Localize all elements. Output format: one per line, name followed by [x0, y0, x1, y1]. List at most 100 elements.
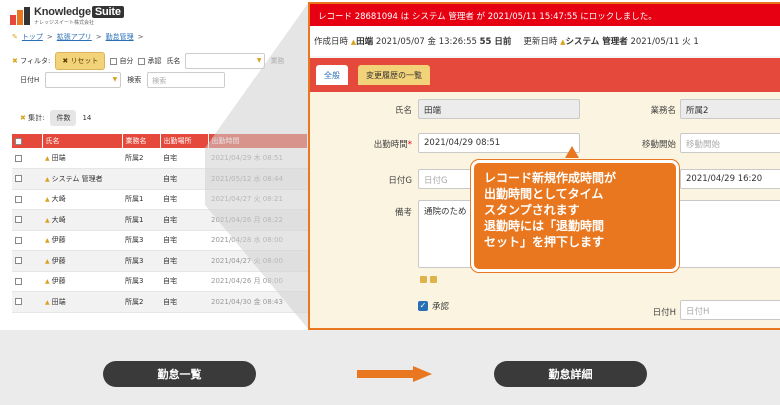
created-at: 2021/05/07 金 13:26:55 — [375, 37, 477, 47]
table-row[interactable]: ▲ 大崎 所属1 自宅 2021/04/27 火 08:21 — [12, 189, 308, 210]
table-row[interactable]: ▲ システム 管理者 自宅 2021/05/12 水 08:44 — [12, 168, 308, 190]
table-header-row: 氏名 業務名 出勤場所 出勤時間 — [12, 134, 308, 148]
row-checkbox[interactable] — [15, 277, 22, 285]
select-all-header[interactable] — [12, 134, 43, 148]
created-ago: 55 日前 — [479, 37, 512, 47]
row-time-cell: 2021/04/29 木 08:51 — [208, 148, 308, 169]
row-name-cell[interactable]: ▲ 大崎 — [42, 209, 122, 231]
attach-icon[interactable] — [430, 276, 437, 283]
row-checkbox[interactable] — [15, 216, 22, 224]
app-logo[interactable]: Knowledge Suite ナレッジスイート株式会社 — [10, 6, 124, 26]
row-place-cell: 自宅 — [160, 189, 208, 210]
row-name-cell[interactable]: ▲ 大崎 — [42, 189, 122, 210]
created-user[interactable]: 田端 — [356, 37, 373, 47]
chevron-down-icon: ▼ — [256, 57, 262, 64]
attendance-table: 氏名 業務名 出勤場所 出勤時間 ▲ 田端 所属2 自宅 2021/04/29 木 08… — [12, 134, 308, 313]
approve-checkbox-box[interactable] — [138, 57, 146, 65]
breadcrumb-top[interactable]: トップ — [22, 32, 43, 42]
check-icon[interactable]: ✓ — [418, 301, 428, 311]
callout-pointer — [565, 146, 579, 158]
row-name: 大崎 — [51, 195, 66, 204]
row-checkbox[interactable] — [15, 195, 22, 203]
dept-filter-label: 業務 — [270, 57, 285, 65]
row-name-cell[interactable]: ▲ システム 管理者 — [42, 168, 122, 190]
row-name-cell[interactable]: ▲ 田端 — [42, 291, 122, 313]
table-row[interactable]: ▲ 伊藤 所属3 自宅 2021/04/28 水 08:00 — [12, 230, 308, 251]
breadcrumb-separator: > — [46, 33, 53, 41]
approve-checkbox-field[interactable]: ✓ 承認 — [418, 300, 449, 312]
checkout-time-field[interactable]: 2021/04/29 16:20 — [680, 169, 780, 189]
tab-change-history[interactable]: 変更履歴の一覧 — [358, 65, 430, 85]
search-label: 検索 — [127, 76, 142, 84]
row-checkbox[interactable] — [15, 154, 22, 162]
row-checkbox[interactable] — [15, 298, 22, 306]
row-name: 大崎 — [51, 215, 66, 224]
row-select-cell[interactable] — [12, 250, 42, 272]
callout-line: セット」を押下します — [484, 235, 605, 249]
row-checkbox[interactable] — [15, 257, 22, 265]
date-h-field[interactable]: 日付H — [680, 300, 780, 320]
logo-text: Knowledge — [34, 6, 91, 18]
row-select-cell[interactable] — [12, 230, 42, 251]
name-filter-label: 氏名 — [166, 57, 181, 65]
updated-user[interactable]: システム 管理者 — [566, 37, 628, 47]
name-field[interactable]: 田端 — [418, 99, 580, 119]
breadcrumb-extension-apps[interactable]: 拡張アプリ — [57, 32, 92, 42]
col-dept[interactable]: 業務名 — [122, 134, 161, 148]
user-icon: ▲ — [45, 298, 50, 306]
row-name-cell[interactable]: ▲ 伊藤 — [42, 250, 122, 272]
row-checkbox[interactable] — [15, 175, 22, 183]
table-row[interactable]: ▲ 田端 所属2 自宅 2021/04/29 木 08:51 — [12, 148, 308, 169]
date-g-field[interactable]: 日付G — [418, 169, 478, 189]
row-name-cell[interactable]: ▲ 伊藤 — [42, 230, 122, 251]
row-select-cell[interactable] — [12, 148, 42, 169]
date-filter-row: 日付H ▼ 検索 検索 — [20, 72, 226, 88]
col-checkin-time[interactable]: 出勤時間 — [208, 134, 308, 148]
select-all-checkbox[interactable] — [15, 137, 22, 145]
self-checkbox-box[interactable] — [110, 57, 118, 65]
col-name[interactable]: 氏名 — [42, 134, 123, 148]
col-place[interactable]: 出勤場所 — [160, 134, 209, 148]
row-name-cell[interactable]: ▲ 伊藤 — [42, 271, 122, 292]
date-g-label: 日付G — [388, 176, 412, 186]
table-row[interactable]: ▲ 伊藤 所属3 自宅 2021/04/26 月 08:00 — [12, 271, 308, 292]
row-time-cell: 2021/04/28 水 08:00 — [208, 230, 308, 251]
row-name-cell[interactable]: ▲ 田端 — [42, 148, 122, 169]
move-start-field[interactable]: 移動開始 — [680, 133, 780, 153]
row-checkbox[interactable] — [15, 236, 22, 244]
approve-checkbox[interactable]: 承認 — [138, 56, 161, 66]
name-filter-select[interactable]: ▼ — [185, 53, 266, 69]
row-name: 田端 — [51, 297, 66, 306]
image-icon[interactable] — [420, 276, 427, 283]
row-time-cell: 2021/04/26 月 08:00 — [208, 271, 308, 292]
row-select-cell[interactable] — [12, 291, 42, 313]
table-row[interactable]: ▲ 大崎 所属1 自宅 2021/04/26 月 08:22 — [12, 209, 308, 231]
tab-general[interactable]: 全般 — [316, 65, 348, 85]
breadcrumb-separator: > — [95, 33, 102, 41]
row-select-cell[interactable] — [12, 189, 42, 210]
flow-band: 勤怠一覧 勤怠詳細 — [0, 330, 780, 405]
row-place-cell: 自宅 — [160, 209, 208, 231]
row-dept-cell: 所属1 — [122, 209, 160, 231]
table-row[interactable]: ▲ 伊藤 所属3 自宅 2021/04/27 火 08:00 — [12, 250, 308, 272]
checkin-time-field[interactable]: 2021/04/29 08:51 — [418, 133, 580, 153]
row-select-cell[interactable] — [12, 168, 42, 190]
row-dept-cell: 所属2 — [122, 148, 160, 169]
self-checkbox-label: 自分 — [119, 57, 134, 65]
pencil-icon: ✎ — [12, 33, 18, 41]
dept-field[interactable]: 所属2 — [680, 99, 780, 119]
reset-button[interactable]: ✖ リセット — [55, 52, 106, 70]
row-select-cell[interactable] — [12, 209, 42, 231]
date-filter-select[interactable]: ▼ — [45, 72, 122, 88]
search-input[interactable]: 検索 — [147, 72, 226, 88]
attendance-list-panel: Knowledge Suite ナレッジスイート株式会社 ✎ トップ > 拡張アプ… — [0, 0, 308, 330]
attendance-detail-pill: 勤怠詳細 — [494, 361, 647, 387]
row-place-cell: 自宅 — [160, 148, 208, 169]
breadcrumb-attendance[interactable]: 勤怠管理 — [106, 32, 134, 42]
row-place-cell: 自宅 — [160, 168, 208, 190]
self-checkbox[interactable]: 自分 — [110, 56, 133, 66]
row-select-cell[interactable] — [12, 271, 42, 292]
name-label: 氏名 — [394, 106, 412, 116]
table-row[interactable]: ▲ 田端 所属2 自宅 2021/04/30 金 08:43 — [12, 291, 308, 313]
count-tab[interactable]: 件数 — [50, 110, 77, 126]
